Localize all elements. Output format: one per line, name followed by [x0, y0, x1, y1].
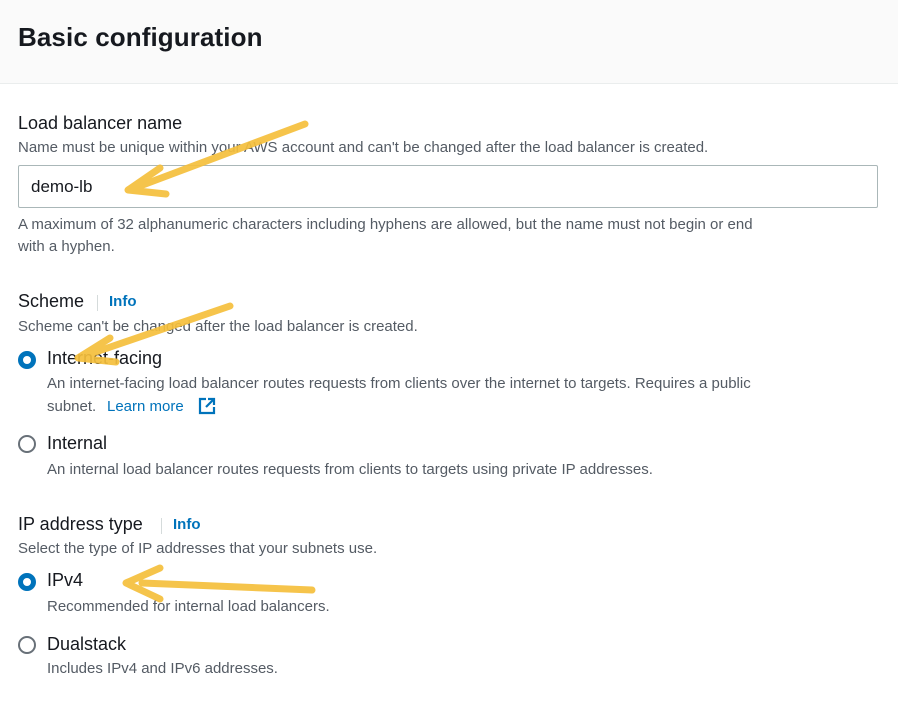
scheme-label: Scheme: [18, 291, 85, 311]
radio-ipv4[interactable]: [18, 573, 36, 591]
ip-type-description: Select the type of IP addresses that you…: [18, 540, 378, 557]
annotation-arrow: [122, 564, 316, 603]
option-internal-label[interactable]: Internal: [47, 433, 107, 454]
basic-configuration-panel: Basic configuration Load balancer name N…: [0, 0, 898, 704]
option-ipv4-desc: Recommended for internal load balancers.: [47, 598, 330, 615]
radio-dualstack[interactable]: [18, 636, 36, 654]
ip-type-info-link[interactable]: Info: [173, 516, 201, 533]
option-internet-facing-desc-line1: An internet-facing load balancer routes …: [47, 375, 751, 392]
lb-name-label: Load balancer name: [18, 113, 183, 133]
option-dualstack-desc: Includes IPv4 and IPv6 addresses.: [47, 660, 278, 677]
option-internet-facing-desc-line2: subnet.: [47, 398, 97, 415]
scheme-info-link[interactable]: Info: [109, 293, 137, 310]
option-internet-facing-label[interactable]: Internet-facing: [47, 348, 162, 369]
lb-name-description: Name must be unique within your AWS acco…: [18, 139, 709, 156]
lb-name-constraint-line1: A maximum of 32 alphanumeric characters …: [18, 216, 753, 233]
option-dualstack-label[interactable]: Dualstack: [47, 634, 126, 655]
external-link-icon[interactable]: [198, 397, 216, 415]
option-internal-desc: An internal load balancer routes request…: [47, 461, 653, 478]
radio-internet-facing[interactable]: [18, 351, 36, 369]
scheme-info-separator: [97, 295, 98, 311]
lb-name-constraint-line2: with a hyphen.: [18, 238, 115, 255]
ip-type-info-separator: [161, 518, 162, 534]
learn-more-link[interactable]: Learn more: [107, 398, 184, 415]
page-title: Basic configuration: [18, 22, 263, 52]
option-ipv4-label[interactable]: IPv4: [47, 570, 83, 591]
radio-internal[interactable]: [18, 435, 36, 453]
ip-type-label: IP address type: [18, 514, 143, 534]
scheme-description: Scheme can't be changed after the load b…: [18, 318, 418, 335]
panel-header: Basic configuration: [0, 0, 898, 84]
lb-name-input[interactable]: [18, 165, 878, 208]
